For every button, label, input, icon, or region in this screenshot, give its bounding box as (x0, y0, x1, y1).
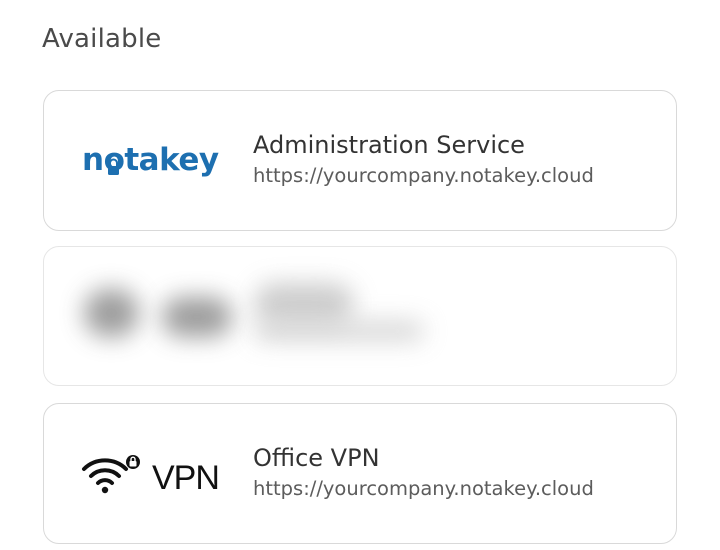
service-text: Office VPN https://yourcompany.notakey.c… (253, 442, 594, 504)
vpn-logo: VPN (80, 449, 230, 499)
services-page: Available notakey Administration Service… (0, 0, 720, 550)
blurred-title (254, 283, 354, 325)
notakey-logo: notakey (80, 136, 230, 186)
service-title: Office VPN (253, 444, 380, 472)
blurred-logo-part (84, 289, 139, 337)
notakey-logo-text: notakey (82, 142, 219, 178)
wifi-lock-icon (82, 454, 140, 493)
blurred-logo-part (162, 297, 232, 337)
service-url: https://yourcompany.notakey.cloud (253, 477, 594, 500)
vpn-logo-text: VPN (152, 459, 219, 497)
service-title: Administration Service (253, 131, 525, 159)
service-card-administration[interactable]: notakey Administration Service https://y… (43, 90, 677, 231)
service-url: https://yourcompany.notakey.cloud (253, 164, 594, 187)
service-text: Administration Service https://yourcompa… (253, 129, 594, 191)
blurred-content (44, 247, 676, 385)
service-card-blurred[interactable] (43, 246, 677, 386)
service-card-office-vpn[interactable]: VPN Office VPN https://yourcompany.notak… (43, 403, 677, 544)
section-title: Available (42, 24, 162, 54)
blurred-url (254, 321, 424, 341)
